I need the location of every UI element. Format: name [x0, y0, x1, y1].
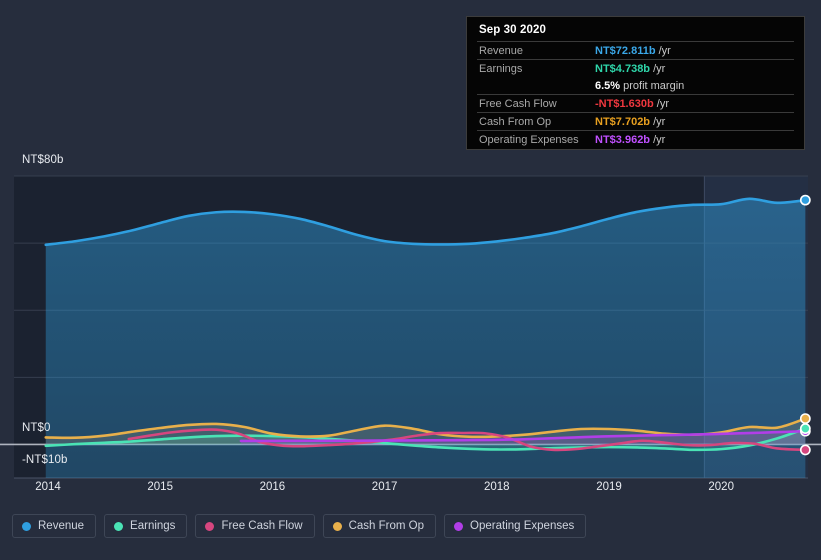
chart-page: NT$80b NT$0 -NT$10b 2014 2015 2016 2017 2018…	[0, 0, 821, 560]
x-axis-tick-2015: 2015	[147, 481, 173, 493]
tooltip-row-value: NT$7.702b /yr	[595, 115, 666, 128]
legend-dot-icon	[454, 521, 464, 531]
legend-dot-icon	[332, 521, 342, 531]
tooltip-row: 6.5% profit margin	[477, 77, 794, 94]
tooltip-row: Free Cash Flow -NT$1.630b /yr	[477, 94, 794, 112]
legend-item-label: Operating Expenses	[470, 520, 575, 532]
endpoint-marker-cash-from-op	[799, 413, 811, 424]
tooltip-row: Earnings NT$4.738b /yr	[477, 59, 794, 77]
legend-item-free-cash-flow[interactable]: Free Cash Flow	[195, 514, 315, 538]
legend-item-label: Cash From Op	[348, 520, 425, 532]
endpoint-marker-revenue	[799, 194, 811, 206]
tooltip-row-value: 6.5% profit margin	[595, 79, 685, 92]
tooltip-row: Revenue NT$72.811b /yr	[477, 41, 794, 59]
tooltip-row-label: Free Cash Flow	[479, 97, 557, 110]
legend-item-cash-from-op[interactable]: Cash From Op	[322, 514, 437, 538]
tooltip-row-value: NT$72.811b /yr	[595, 44, 671, 57]
tooltip-rows: Revenue NT$72.811b /yr Earnings NT$4.738b /…	[477, 41, 794, 148]
x-axis-tick-2018: 2018	[484, 481, 510, 493]
legend-dot-icon	[205, 521, 215, 531]
legend-item-label: Revenue	[38, 520, 85, 532]
tooltip-row-label: Earnings	[479, 62, 523, 75]
legend-item-earnings[interactable]: Earnings	[104, 514, 188, 538]
legend-dot-icon	[114, 521, 124, 531]
x-axis-tick-2019: 2019	[596, 481, 622, 493]
y-axis-label-zero: NT$0	[22, 422, 51, 434]
tooltip-row-label: Revenue	[479, 44, 524, 57]
x-axis-tick-2020: 2020	[708, 481, 734, 493]
y-axis-label-negative: -NT$10b	[22, 454, 68, 466]
endpoint-marker-earnings	[799, 423, 811, 434]
endpoint-marker-free-cash-flow	[799, 444, 811, 456]
tooltip-row-label: Operating Expenses	[479, 133, 579, 146]
x-axis-tick-2017: 2017	[371, 481, 398, 493]
tooltip-row-value: NT$3.962b /yr	[595, 133, 666, 146]
legend-item-label: Earnings	[130, 520, 176, 532]
legend-item-revenue[interactable]: Revenue	[12, 514, 97, 538]
legend-item-operating-expenses[interactable]: Operating Expenses	[444, 514, 587, 538]
tooltip-row: Cash From Op NT$7.702b /yr	[477, 112, 794, 130]
legend-dot-icon	[22, 521, 31, 531]
tooltip-row-value: -NT$1.630b /yr	[595, 97, 669, 110]
legend-item-label: Free Cash Flow	[221, 520, 303, 532]
x-axis-tick-2016: 2016	[259, 481, 286, 493]
tooltip-row-label: Cash From Op	[479, 115, 552, 128]
chart-legend: Revenue Earnings Free Cash Flow Cash From O…	[12, 514, 587, 538]
tooltip-row: Operating Expenses NT$3.962b /yr	[477, 130, 794, 148]
chart-tooltip: Sep 30 2020 Revenue NT$72.811b /yr Earning…	[466, 16, 805, 150]
tooltip-row-value: NT$4.738b /yr	[595, 62, 666, 75]
tooltip-date: Sep 30 2020	[479, 24, 546, 36]
x-axis-tick-2014: 2014	[35, 481, 61, 493]
y-axis-label-top: NT$80b	[22, 154, 64, 166]
